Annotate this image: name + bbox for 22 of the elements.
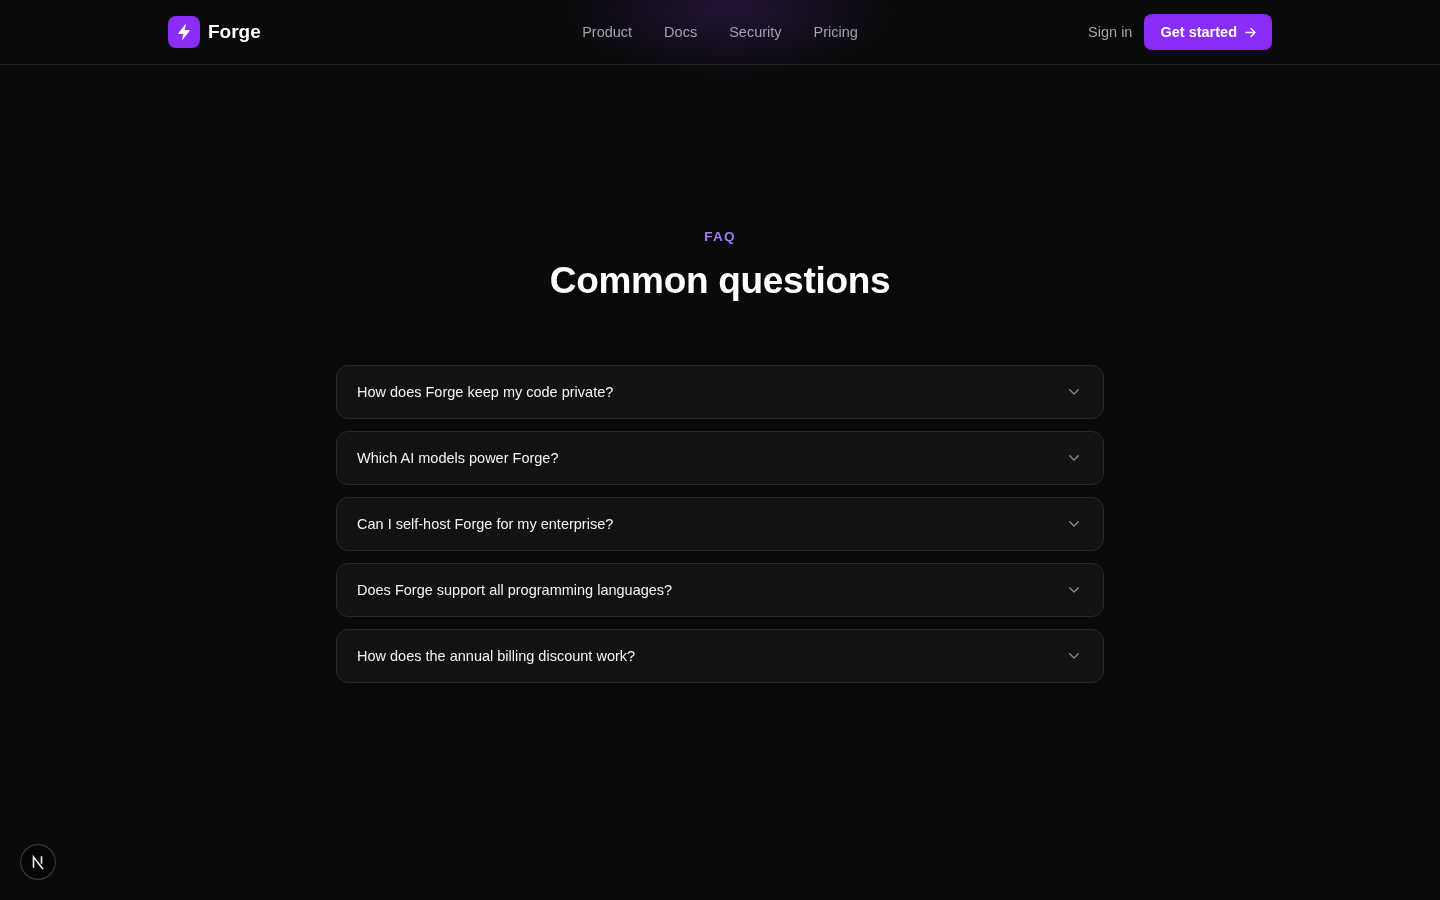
- chevron-down-icon: [1069, 521, 1079, 527]
- section-eyebrow: FAQ: [704, 229, 736, 245]
- faq-question[interactable]: Which AI models power Forge?: [336, 431, 1104, 485]
- nav-link[interactable]: Docs: [664, 24, 698, 40]
- nav-link[interactable]: Pricing: [813, 24, 858, 40]
- chevron-down-icon: [1069, 389, 1079, 395]
- faq-question[interactable]: Does Forge support all programming languages?: [336, 563, 1104, 617]
- nav-link[interactable]: Product: [582, 24, 633, 40]
- nav-link[interactable]: Security: [729, 24, 782, 40]
- lightning-bolt-logo-icon: [168, 16, 200, 48]
- faq-question[interactable]: Can I self-host Forge for my enterprise?: [336, 497, 1104, 551]
- chevron-down-icon: [1069, 455, 1079, 461]
- section-heading: Common questions: [549, 259, 891, 303]
- get-started-button[interactable]: Get started: [1144, 14, 1272, 50]
- faq-question[interactable]: How does Forge keep my code private?: [336, 365, 1104, 419]
- n-logo-badge-icon[interactable]: [20, 844, 56, 880]
- sign-in-link[interactable]: Sign in: [1088, 24, 1133, 40]
- brand-name: Forge: [208, 21, 261, 43]
- arrow-right-icon: [1245, 26, 1256, 38]
- faq-question[interactable]: How does the annual billing discount work?: [336, 629, 1104, 683]
- chevron-down-icon: [1069, 587, 1079, 593]
- chevron-down-icon: [1069, 653, 1079, 659]
